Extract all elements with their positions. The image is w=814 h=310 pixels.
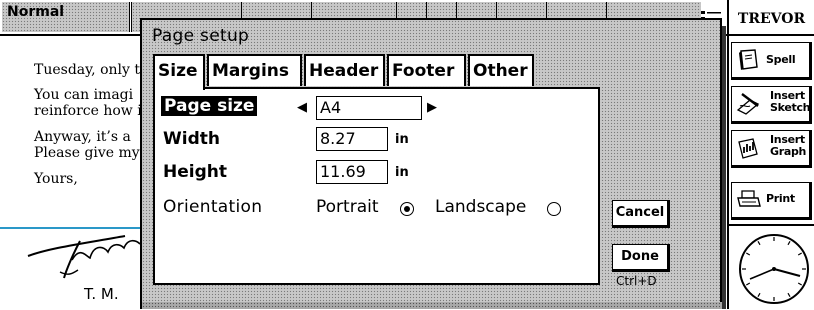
doc-text-line: Anyway, it’s a: [34, 129, 131, 145]
page-size-prev-arrow[interactable]: ◀: [297, 100, 307, 115]
style-selector[interactable]: Normal: [2, 2, 130, 32]
print-button-label: Print: [766, 192, 795, 205]
pen-sketch-icon: [736, 93, 760, 115]
height-field[interactable]: 11.69: [316, 160, 388, 184]
orientation-label: Orientation: [163, 197, 263, 217]
sidebar-title: TREVOR: [729, 2, 814, 36]
page-size-next-arrow[interactable]: ▶: [427, 100, 437, 115]
insert-graph-label: Insert Graph: [770, 133, 807, 158]
height-label: Height: [163, 162, 227, 182]
size-panel: Page size ◀ A4 ▶ Width 8.27 in Height 11…: [153, 87, 600, 285]
done-shortcut-hint: Ctrl+D: [616, 274, 657, 288]
tab-size[interactable]: Size: [153, 54, 205, 90]
doc-text-line: Yours,: [34, 171, 78, 187]
width-unit: in: [395, 132, 409, 147]
width-label: Width: [163, 129, 220, 149]
doc-text-line: reinforce how i: [34, 103, 142, 119]
spell-button[interactable]: Spell: [731, 42, 812, 80]
height-unit: in: [395, 165, 409, 180]
doc-text-line: You can imagi: [34, 87, 134, 103]
analog-clock-icon[interactable]: [737, 232, 811, 306]
landscape-radio[interactable]: [547, 202, 561, 216]
page-size-label: Page size: [161, 96, 258, 116]
page-size-field[interactable]: A4: [316, 96, 422, 120]
signature-sketch: [27, 235, 141, 279]
insert-graph-button[interactable]: Insert Graph: [731, 130, 812, 168]
print-button[interactable]: Print: [731, 182, 812, 220]
portrait-label[interactable]: Portrait: [316, 197, 379, 217]
cancel-button[interactable]: Cancel: [612, 200, 670, 228]
tab-other[interactable]: Other: [468, 54, 534, 86]
tab-margins[interactable]: Margins: [207, 54, 302, 86]
page-setup-dialog: Page setup Size Margins Header Footer Ot…: [140, 18, 722, 309]
printer-icon: [737, 190, 761, 207]
doc-text-line: Tuesday, only t: [34, 62, 140, 78]
dialog-bottom-edge: [142, 302, 722, 309]
spell-book-icon: [739, 49, 758, 70]
doc-text-line: Please give my: [34, 145, 140, 161]
style-name: Normal: [7, 4, 65, 20]
width-field[interactable]: 8.27: [316, 127, 388, 151]
tab-footer[interactable]: Footer: [387, 54, 466, 86]
insert-sketch-button[interactable]: Insert Sketch: [731, 86, 812, 124]
done-button[interactable]: Done: [612, 244, 670, 272]
insert-sketch-label: Insert Sketch: [770, 89, 811, 114]
landscape-label[interactable]: Landscape: [435, 197, 526, 217]
graph-book-icon: [738, 138, 758, 159]
spell-button-label: Spell: [766, 53, 796, 66]
portrait-radio[interactable]: [400, 202, 414, 216]
dialog-title: Page setup: [152, 26, 250, 46]
tab-header[interactable]: Header: [304, 54, 385, 86]
sender-name: T. M.: [84, 285, 119, 303]
